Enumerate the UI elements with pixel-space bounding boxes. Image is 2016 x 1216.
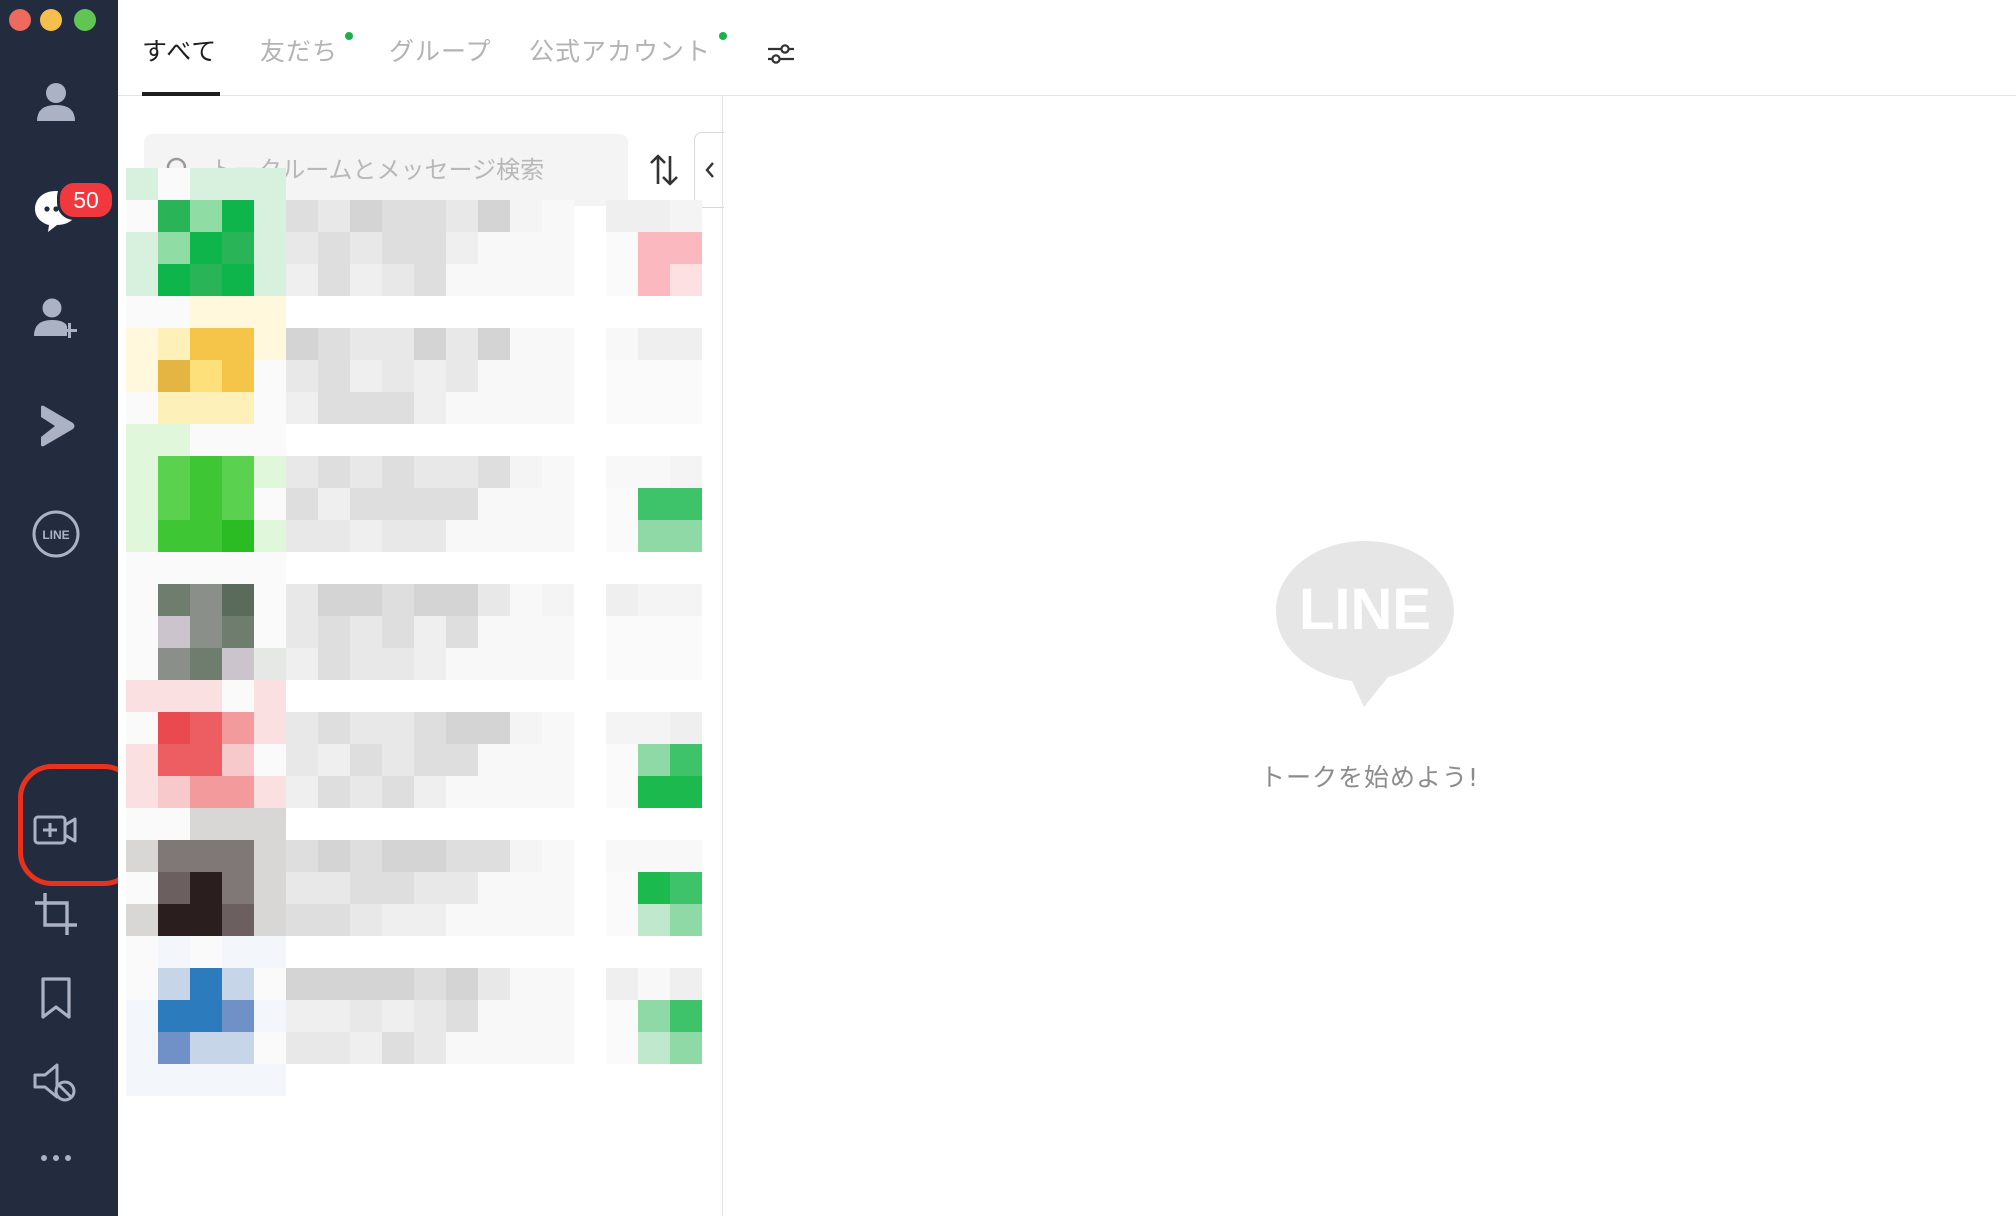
video-plus-icon <box>33 815 77 845</box>
chat-preview <box>286 712 574 808</box>
line-logo-icon: LINE <box>32 510 80 558</box>
chat-meta <box>606 840 702 936</box>
chat-row[interactable] <box>118 680 718 840</box>
chat-list-panel <box>118 96 724 1216</box>
sidebar-item-add-friends[interactable] <box>26 288 86 348</box>
sidebar-item-line-voom[interactable] <box>26 396 86 456</box>
chat-row[interactable] <box>118 808 718 968</box>
crop-icon <box>35 893 77 935</box>
chat-preview <box>286 200 574 296</box>
sidebar-item-keep[interactable] <box>26 968 86 1028</box>
chat-preview <box>286 456 574 552</box>
tab-bar: すべて 友だち グループ 公式アカウント <box>118 0 2016 96</box>
new-indicator-dot <box>345 32 353 40</box>
line-logo-text: LINE <box>42 528 69 542</box>
sidebar-item-screenshot[interactable] <box>26 884 86 944</box>
sidebar-item-more[interactable] <box>26 1128 86 1188</box>
chat-row[interactable] <box>118 552 718 712</box>
unread-badge: 50 <box>57 180 115 220</box>
sidebar-item-meeting[interactable] <box>26 800 86 860</box>
chat-meta <box>606 712 702 808</box>
tab-friends[interactable]: 友だち <box>260 32 338 72</box>
chat-meta <box>606 456 702 552</box>
bookmark-icon <box>41 977 71 1019</box>
person-icon <box>37 83 75 121</box>
tab-groups[interactable]: グループ <box>389 32 492 72</box>
line-logo-text: LINE <box>1299 577 1431 642</box>
sidebar-item-line-services[interactable]: LINE <box>26 504 86 564</box>
sidebar-item-friends[interactable] <box>26 72 86 132</box>
chat-preview <box>286 328 574 424</box>
tab-official-accounts[interactable]: 公式アカウント <box>529 32 711 72</box>
chat-meta <box>606 200 702 296</box>
conversation-area: LINE トークを始めよう! <box>723 96 2016 1216</box>
chat-meta <box>606 968 702 1064</box>
chat-row[interactable] <box>118 936 718 1096</box>
window-minimize-button[interactable] <box>40 9 62 31</box>
mute-icon <box>33 1063 76 1102</box>
chat-meta <box>606 584 702 680</box>
chat-preview <box>286 968 574 1064</box>
tab-all[interactable]: すべて <box>142 32 217 72</box>
window-close-button[interactable] <box>9 9 31 31</box>
sidebar-item-notifications-muted[interactable] <box>26 1052 86 1112</box>
add-person-icon <box>34 298 77 338</box>
avatar <box>126 936 286 1096</box>
sidebar: 50 LINE <box>0 0 138 1216</box>
new-indicator-dot <box>719 32 727 40</box>
line-logo-icon: LINE <box>1276 541 1454 707</box>
voom-play-icon <box>41 405 75 447</box>
chat-preview <box>286 840 574 936</box>
chat-row[interactable] <box>118 424 718 584</box>
more-icon <box>41 1155 71 1161</box>
empty-state-message: トークを始めよう! <box>1259 763 1480 792</box>
window-maximize-button[interactable] <box>74 9 96 31</box>
filter-settings-icon[interactable] <box>765 38 797 70</box>
chat-row[interactable] <box>118 296 718 456</box>
chat-row[interactable] <box>118 168 718 328</box>
chat-preview <box>286 584 574 680</box>
chat-meta <box>606 328 702 424</box>
